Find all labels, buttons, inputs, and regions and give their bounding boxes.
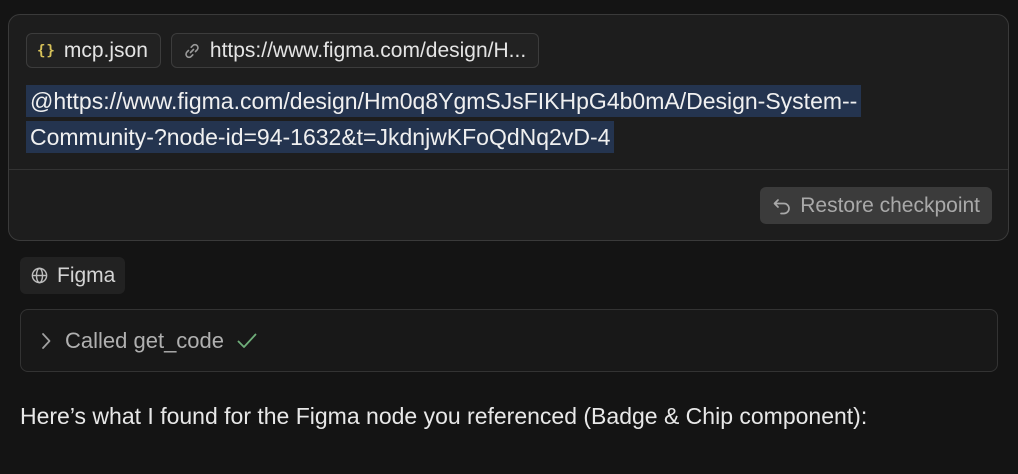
context-badge-figma[interactable]: Figma [20, 257, 126, 294]
restore-checkpoint-button[interactable]: Restore checkpoint [760, 187, 992, 224]
assistant-response-text: Here’s what I found for the Figma node y… [20, 403, 868, 429]
check-icon [237, 333, 257, 348]
prompt-mention-line-2: Community-?node-id=94-1632&t=JkdnjwKFoQd… [26, 121, 615, 153]
undo-arrow-icon [773, 198, 791, 214]
attachment-chip-figma-link[interactable]: https://www.figma.com/design/H... [170, 33, 540, 68]
prompt-mention-line-1: @https://www.figma.com/design/Hm0q8YgmSJ… [26, 85, 862, 117]
attachment-label: mcp.json [63, 38, 148, 62]
link-icon [182, 41, 202, 61]
prompt-text: @https://www.figma.com/design/Hm0q8YgmSJ… [26, 83, 986, 155]
context-badge-label: Figma [57, 263, 116, 287]
chevron-right-icon[interactable] [39, 331, 53, 351]
card-divider [9, 169, 1008, 170]
chat-panel: {} mcp.json https://www.figma.com/design… [0, 0, 1018, 474]
attachment-row: {} mcp.json https://www.figma.com/design… [26, 33, 540, 68]
attachment-label: https://www.figma.com/design/H... [209, 38, 527, 62]
globe-icon [31, 267, 48, 284]
attachment-chip-mcp-json[interactable]: {} mcp.json [26, 33, 161, 68]
restore-checkpoint-label: Restore checkpoint [800, 193, 980, 217]
json-braces-icon: {} [37, 42, 56, 59]
tool-call-row[interactable]: Called get_code [20, 309, 998, 372]
user-message-card[interactable]: {} mcp.json https://www.figma.com/design… [8, 14, 1009, 241]
tool-call-label: Called get_code [65, 327, 225, 353]
